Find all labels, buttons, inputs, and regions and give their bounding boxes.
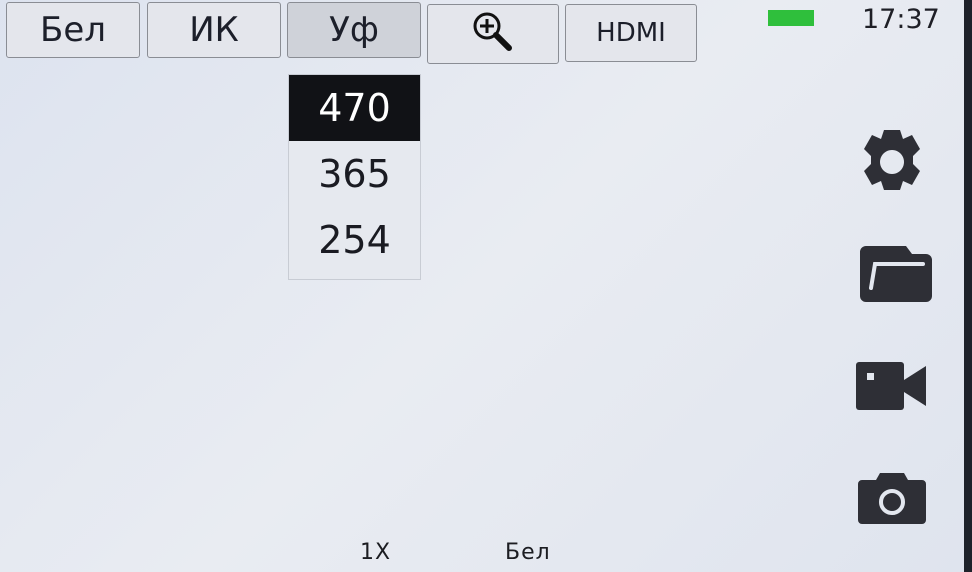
tab-uv[interactable]: Уф bbox=[287, 2, 421, 58]
light-mode: Бел bbox=[505, 540, 551, 565]
tab-white[interactable]: Бел bbox=[6, 2, 140, 58]
battery-indicator bbox=[768, 10, 814, 26]
tab-hdmi[interactable]: HDMI bbox=[565, 4, 697, 62]
device-screen: Бел ИК Уф HDMI 17:37 470 365 254 1X Бел bbox=[0, 0, 964, 572]
video-camera-icon[interactable] bbox=[856, 360, 928, 412]
clock: 17:37 bbox=[862, 4, 940, 35]
tab-ir[interactable]: ИК bbox=[147, 2, 281, 58]
wavelength-dropdown: 470 365 254 bbox=[288, 74, 421, 280]
screen-bezel bbox=[964, 0, 972, 572]
folder-icon[interactable] bbox=[856, 244, 932, 304]
option-470[interactable]: 470 bbox=[289, 75, 420, 141]
zoom-in-icon bbox=[473, 12, 512, 51]
camera-icon[interactable] bbox=[858, 472, 926, 524]
gear-icon[interactable] bbox=[856, 126, 928, 198]
option-254[interactable]: 254 bbox=[289, 207, 420, 273]
option-365[interactable]: 365 bbox=[289, 141, 420, 207]
zoom-level: 1X bbox=[360, 540, 392, 565]
zoom-button[interactable] bbox=[427, 4, 559, 64]
